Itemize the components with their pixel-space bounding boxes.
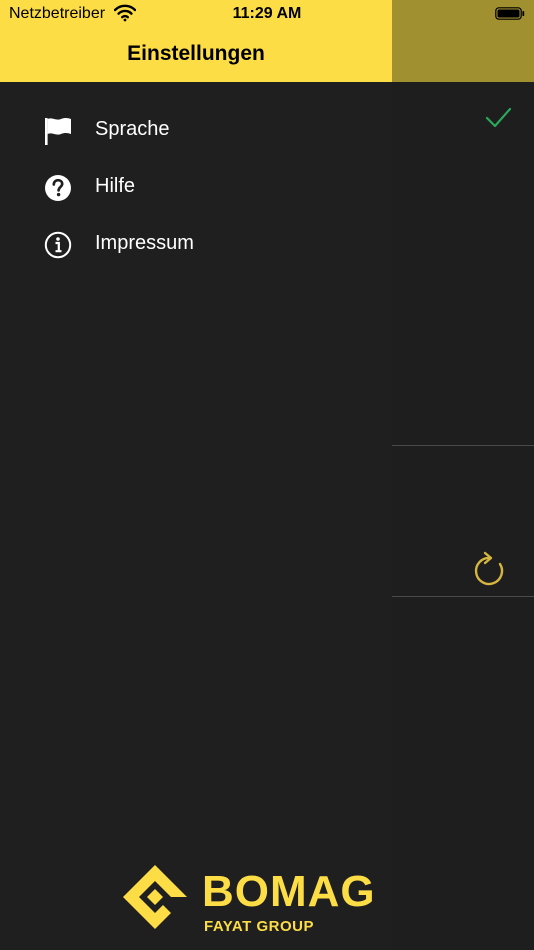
bomag-logo: BOMAG FAYAT GROUP: [122, 864, 382, 936]
logo-wordmark: BOMAG: [202, 867, 376, 916]
refresh-icon[interactable]: [468, 550, 508, 590]
help-icon: [45, 175, 71, 201]
menu-item-sprache[interactable]: Sprache: [0, 106, 392, 156]
divider: [392, 596, 534, 597]
menu-item-impressum[interactable]: Impressum: [0, 220, 392, 270]
menu-label-hilfe: Hilfe: [95, 175, 136, 197]
info-icon: [44, 231, 72, 259]
flag-icon: [45, 118, 71, 145]
bomag-logo-mark-icon: [123, 865, 187, 929]
menu-item-hilfe[interactable]: Hilfe: [0, 163, 392, 213]
clock: 11:29 AM: [232, 5, 302, 22]
battery-icon: [495, 7, 525, 20]
settings-drawer: Einstellungen Sprache Hilfe Impressum: [0, 0, 392, 950]
menu-label-impressum: Impressum: [95, 232, 194, 254]
divider: [392, 445, 534, 446]
status-bar: Netzbetreiber 11:29 AM: [0, 0, 534, 28]
page-title: Einstellungen: [127, 42, 265, 65]
logo-subtitle: FAYAT GROUP: [204, 918, 314, 935]
menu-label-sprache: Sprache: [95, 118, 170, 140]
checkmark-icon: [485, 107, 512, 128]
